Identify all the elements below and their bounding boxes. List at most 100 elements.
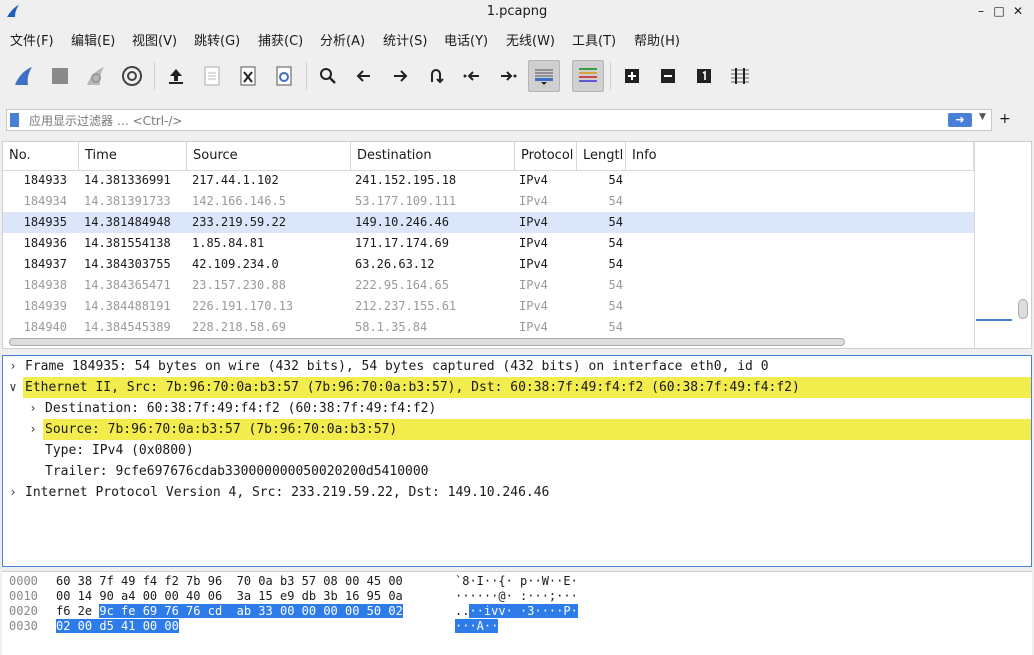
table-row[interactable]: 184933 14.381336991 217.44.1.102 241.152.19… [3, 170, 974, 191]
table-row[interactable]: 184935 14.381484948 233.219.59.22 149.10.24… [3, 212, 974, 233]
cell-destination: 222.95.164.65 [355, 278, 449, 292]
horizontal-scrollbar[interactable] [9, 338, 845, 346]
column-header-time[interactable]: Time [79, 142, 187, 170]
packet-details: › Frame 184935: 54 bytes on wire (432 bit… [2, 355, 1032, 567]
chevron-right-icon[interactable]: › [27, 398, 39, 419]
vertical-scrollbar[interactable] [1018, 299, 1028, 319]
table-row[interactable]: 184939 14.384488191 226.191.170.13 212.237.… [3, 296, 974, 317]
reload-file-icon[interactable] [268, 60, 300, 92]
packet-bytes: 0000 60 38 7f 49 f4 f2 7b 96 70 0a b3 57 … [2, 571, 1032, 655]
colorize-icon[interactable] [572, 60, 604, 92]
minimize-icon[interactable]: – [973, 3, 989, 19]
cell-time: 14.384545389 [84, 320, 171, 334]
go-forward-icon[interactable] [384, 60, 416, 92]
cell-length: 54 [608, 278, 623, 292]
zoom-out-icon[interactable] [652, 60, 684, 92]
save-file-icon[interactable] [196, 60, 228, 92]
column-header-protocol[interactable]: Protocol [515, 142, 577, 170]
hex-bytes-selected: 9c fe 69 76 76 cd ab 33 00 00 00 00 50 0… [99, 604, 403, 618]
hex-offset: 0020 [9, 604, 38, 618]
apply-filter-arrow-icon[interactable]: ➜ [948, 113, 972, 127]
menu-tools[interactable]: 工具(T) [572, 30, 616, 49]
detail-tree-item[interactable]: Trailer: 9cfe697676cdab33000000005002020… [3, 461, 1031, 482]
display-filter-bar: ➜ ▼ [6, 109, 992, 131]
cell-time: 14.384303755 [84, 257, 171, 271]
hex-bytes-plain: f6 2e [56, 604, 100, 618]
menu-file[interactable]: 文件(F) [10, 30, 54, 49]
autoscroll-icon[interactable] [528, 60, 560, 92]
resize-columns-icon[interactable] [724, 60, 756, 92]
normal-size-icon[interactable] [688, 60, 720, 92]
cell-length: 54 [608, 173, 623, 187]
menu-capture[interactable]: 捕获(C) [258, 30, 303, 49]
bookmark-icon[interactable] [10, 113, 19, 127]
chevron-right-icon[interactable]: › [7, 356, 19, 377]
detail-tree-item[interactable]: › Internet Protocol Version 4, Src: 233.2… [3, 482, 1031, 503]
hex-row[interactable]: 0030 02 00 d5 41 00 00 ···A·· [2, 619, 1032, 634]
hex-row[interactable]: 0010 00 14 90 a4 00 00 40 06 3a 15 e9 db … [2, 589, 1032, 604]
toolbar-separator [610, 62, 611, 90]
close-icon[interactable]: ✕ [1010, 3, 1026, 19]
detail-tree-item[interactable]: › Destination: 60:38:7f:49:f4:f2 (60:38:7… [3, 398, 1031, 419]
column-header-info[interactable]: Info [626, 142, 974, 170]
cell-no: 184936 [23, 236, 67, 250]
chevron-down-icon[interactable]: ▼ [979, 112, 986, 122]
add-filter-button[interactable]: + [999, 111, 1011, 127]
maximize-icon[interactable]: □ [991, 3, 1007, 19]
menu-analyze[interactable]: 分析(A) [320, 30, 365, 49]
cell-source: 23.157.230.88 [192, 278, 286, 292]
table-row[interactable]: 184934 14.381391733 142.166.146.5 53.177.10… [3, 191, 974, 212]
cell-protocol: IPv4 [519, 215, 548, 229]
cell-source: 217.44.1.102 [192, 173, 279, 187]
chevron-right-icon[interactable]: › [27, 419, 39, 440]
cell-no: 184939 [23, 299, 67, 313]
display-filter-input[interactable] [27, 111, 931, 131]
capture-options-icon[interactable] [116, 60, 148, 92]
menu-go[interactable]: 跳转(G) [194, 30, 240, 49]
table-row[interactable]: 184937 14.384303755 42.109.234.0 63.26.63.1… [3, 254, 974, 275]
chevron-right-icon[interactable]: › [7, 482, 19, 503]
table-row[interactable]: 184936 14.381554138 1.85.84.81 171.17.174.6… [3, 233, 974, 254]
chevron-down-icon[interactable]: ∨ [7, 377, 19, 398]
column-header-destination[interactable]: Destination [351, 142, 515, 170]
detail-tree-item[interactable]: Type: IPv4 (0x0800) [3, 440, 1031, 461]
find-packet-icon[interactable] [312, 60, 344, 92]
menu-statistics[interactable]: 统计(S) [383, 30, 427, 49]
detail-tree-item[interactable]: › Frame 184935: 54 bytes on wire (432 bit… [3, 356, 1031, 377]
menu-wireless[interactable]: 无线(W) [506, 30, 555, 49]
detail-tree-item[interactable]: ∨ Ethernet II, Src: 7b:96:70:0a:b3:57 (7b… [3, 377, 1031, 398]
last-packet-icon[interactable] [492, 60, 524, 92]
cell-length: 54 [608, 299, 623, 313]
ascii-bytes-plain: ······@· :···;··· [455, 589, 578, 603]
detail-tree-item[interactable]: › Source: 7b:96:70:0a:b3:57 (7b:96:70:0a:… [3, 419, 1031, 440]
column-header-no[interactable]: No. [3, 142, 79, 170]
detail-tree-label: Ethernet II, Src: 7b:96:70:0a:b3:57 (7b:… [25, 380, 800, 395]
table-row[interactable]: 184938 14.384365471 23.157.230.88 222.95.16… [3, 275, 974, 296]
column-header-length[interactable]: Lengtl [577, 142, 626, 170]
stop-capture-icon[interactable] [44, 60, 76, 92]
menu-telephony[interactable]: 电话(Y) [444, 30, 488, 49]
table-row[interactable]: 184940 14.384545389 228.218.58.69 58.1.35.8… [3, 317, 974, 338]
column-header-source[interactable]: Source [187, 142, 351, 170]
start-capture-icon[interactable] [8, 60, 40, 92]
zoom-in-icon[interactable] [616, 60, 648, 92]
menu-edit[interactable]: 编辑(E) [71, 30, 115, 49]
menu-help[interactable]: 帮助(H) [634, 30, 680, 49]
detail-tree-label: Internet Protocol Version 4, Src: 233.21… [25, 485, 550, 500]
menu-view[interactable]: 视图(V) [132, 30, 177, 49]
cell-protocol: IPv4 [519, 299, 548, 313]
cell-time: 14.381554138 [84, 236, 171, 250]
restart-capture-icon[interactable] [80, 60, 112, 92]
packet-minimap[interactable] [976, 319, 1012, 321]
cell-time: 14.381391733 [84, 194, 171, 208]
packet-list-divider [974, 142, 975, 348]
hex-offset: 0010 [9, 589, 38, 603]
hex-row[interactable]: 0020 f6 2e 9c fe 69 76 76 cd ab 33 00 00 … [2, 604, 1032, 619]
first-packet-icon[interactable] [456, 60, 488, 92]
go-to-packet-icon[interactable] [420, 60, 452, 92]
go-back-icon[interactable] [348, 60, 380, 92]
close-file-icon[interactable] [232, 60, 264, 92]
cell-time: 14.384488191 [84, 299, 171, 313]
hex-row[interactable]: 0000 60 38 7f 49 f4 f2 7b 96 70 0a b3 57 … [2, 574, 1032, 589]
open-file-icon[interactable] [160, 60, 192, 92]
